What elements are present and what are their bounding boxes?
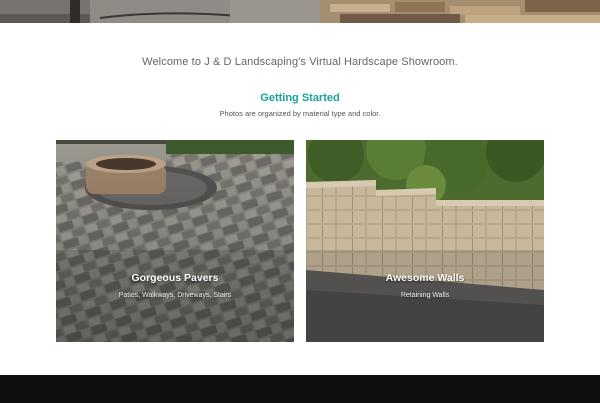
- card-subtitle: Patios, Walkways, Driveways, Stairs: [118, 292, 232, 299]
- footer: [0, 375, 600, 403]
- header-banner-image: [0, 0, 600, 23]
- welcome-text: Welcome to J & D Landscaping's Virtual H…: [142, 56, 458, 68]
- card-title: Gorgeous Pavers: [131, 272, 219, 284]
- section-title: Getting Started: [260, 92, 340, 104]
- card-subtitle: Retaining Walls: [400, 292, 450, 299]
- paver-patio-image: [56, 140, 294, 342]
- card-awesome-walls[interactable]: Awesome Walls Retaining Walls: [306, 140, 544, 342]
- section-subtitle: Photos are organized by material type an…: [219, 109, 381, 118]
- card-title: Awesome Walls: [385, 272, 465, 284]
- retaining-wall-image: [306, 140, 544, 342]
- card-gorgeous-pavers[interactable]: Gorgeous Pavers Patios, Walkways, Drivew…: [56, 140, 294, 342]
